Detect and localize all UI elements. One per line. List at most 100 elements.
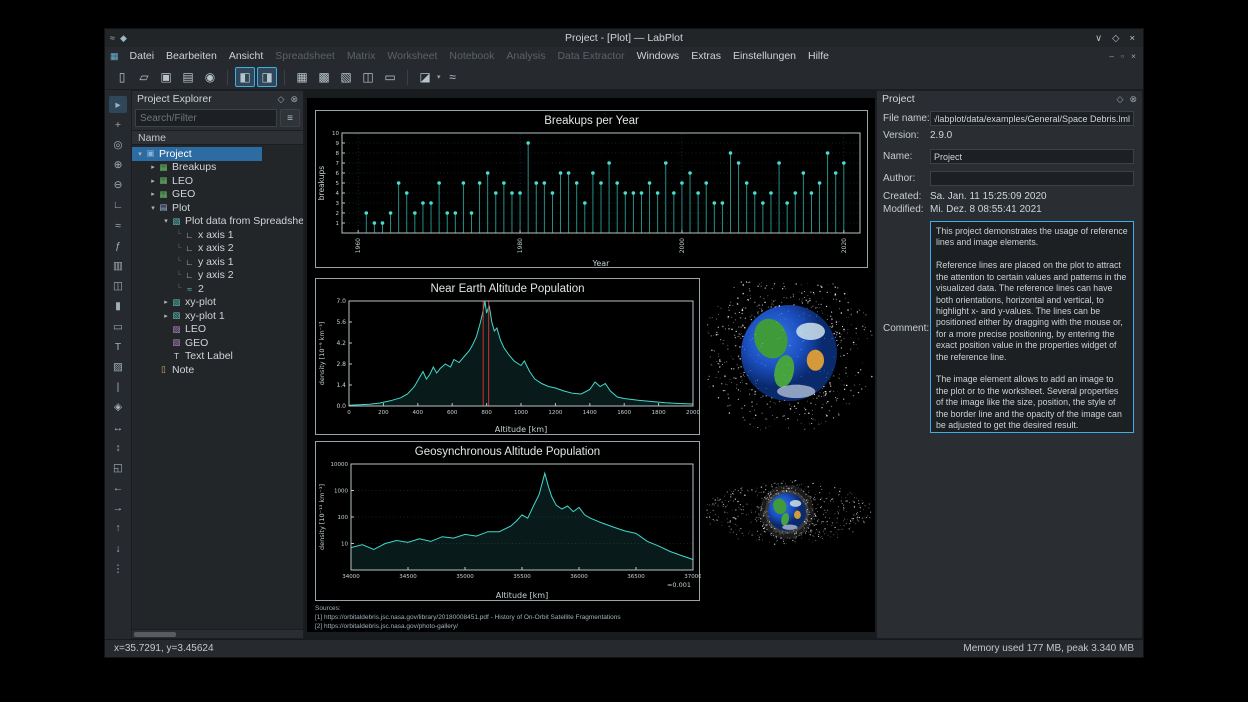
close-panel-icon[interactable]: ⊗ — [290, 94, 298, 105]
shift-down-icon[interactable]: ↓ — [109, 540, 127, 557]
tree-item-geo[interactable]: ▨GEO — [132, 336, 303, 350]
print-icon[interactable]: ▤ — [178, 67, 198, 87]
add-histogram-icon[interactable]: ▥ — [109, 258, 127, 275]
auto-scale-icon[interactable]: ◱ — [109, 459, 127, 476]
menu-windows[interactable]: Windows — [631, 50, 686, 62]
add-xy-curve-icon[interactable]: ≈ — [109, 217, 127, 234]
close-button[interactable]: × — [1129, 33, 1135, 44]
collapse-arrow-icon[interactable]: ▾ — [161, 217, 171, 225]
select-mode-icon[interactable]: ▸ — [109, 96, 127, 113]
tree-item-note[interactable]: ▯Note — [132, 363, 303, 377]
file-name-input[interactable] — [930, 111, 1134, 126]
zoom-in-icon[interactable]: ⊕ — [109, 157, 127, 174]
subwindow-minimize-icon[interactable]: – — [1109, 51, 1114, 61]
tree-item-plot-data-from-spreadsheet[interactable]: ▾▧Plot data from Spreadsheet — [132, 215, 303, 229]
cartesian-plot-icon[interactable]: ◪ — [415, 67, 435, 87]
explorer-hscrollbar[interactable] — [132, 629, 303, 638]
add-note-icon[interactable]: ▭ — [380, 67, 400, 87]
menu-bearbeiten[interactable]: Bearbeiten — [160, 50, 223, 62]
shift-right-icon[interactable]: → — [109, 500, 127, 517]
menu-spreadsheet[interactable]: Spreadsheet — [269, 50, 341, 62]
float-panel-icon[interactable]: ◇ — [1117, 94, 1124, 105]
add-matrix-icon[interactable]: ▩ — [314, 67, 334, 87]
author-input[interactable] — [930, 171, 1134, 186]
leo-debris-image[interactable] — [705, 281, 873, 431]
breakups-plot[interactable]: Breakups per Year 1234567891019601980200… — [315, 110, 868, 268]
subwindow-close-icon[interactable]: × — [1131, 51, 1136, 61]
tree-item-y-axis-2[interactable]: └∟y axis 2 — [132, 269, 303, 283]
tree-item-plot[interactable]: ▾▤Plot — [132, 201, 303, 215]
menu-ansicht[interactable]: Ansicht — [223, 50, 269, 62]
add-reference-line-icon[interactable]: | — [109, 379, 127, 396]
tree-item-geo[interactable]: ▸▦GEO — [132, 188, 303, 202]
expand-arrow-icon[interactable]: ▸ — [161, 298, 171, 306]
add-axis-icon[interactable]: ∟ — [109, 197, 127, 214]
zoom-select-icon[interactable]: ◎ — [109, 136, 127, 153]
tree-item-leo[interactable]: ▸▦LEO — [132, 174, 303, 188]
close-panel-icon[interactable]: ⊗ — [1129, 94, 1137, 105]
shift-up-icon[interactable]: ↑ — [109, 520, 127, 537]
menu-analysis[interactable]: Analysis — [500, 50, 551, 62]
add-info-element-icon[interactable]: ◈ — [109, 399, 127, 416]
menu-worksheet[interactable]: Worksheet — [381, 50, 443, 62]
tree-item-2[interactable]: └≈2 — [132, 282, 303, 296]
zoom-x-icon[interactable]: ↔ — [109, 419, 127, 436]
add-spreadsheet-icon[interactable]: ▦ — [292, 67, 312, 87]
open-file-icon[interactable]: ▱ — [134, 67, 154, 87]
menu-extras[interactable]: Extras — [685, 50, 727, 62]
menu-einstellungen[interactable]: Einstellungen — [727, 50, 802, 62]
tree-item-x-axis-1[interactable]: └∟x axis 1 — [132, 228, 303, 242]
expand-arrow-icon[interactable]: ▸ — [161, 312, 171, 320]
tree-column-header[interactable]: Name — [132, 130, 303, 145]
menu-datei[interactable]: Datei — [124, 50, 161, 62]
maximize-button[interactable]: ◇ — [1112, 33, 1119, 44]
near-earth-plot[interactable]: Near Earth Altitude Population 0.01.42.8… — [315, 278, 700, 435]
menu-data-extractor[interactable]: Data Extractor — [551, 50, 630, 62]
add-notebook-icon[interactable]: ◫ — [358, 67, 378, 87]
new-file-icon[interactable]: ▯ — [112, 67, 132, 87]
tree-item-xy-plot-1[interactable]: ▸▧xy-plot 1 — [132, 309, 303, 323]
menu-notebook[interactable]: Notebook — [443, 50, 500, 62]
geo-plot[interactable]: Geosynchronous Altitude Population 10100… — [315, 441, 700, 601]
expand-arrow-icon[interactable]: ▸ — [148, 177, 158, 185]
expand-arrow-icon[interactable]: ▸ — [148, 163, 158, 171]
zoom-y-icon[interactable]: ↕ — [109, 439, 127, 456]
fit-to-height-icon[interactable]: ◨ — [257, 67, 277, 87]
geo-debris-image[interactable] — [701, 450, 873, 586]
tree-item-x-axis-2[interactable]: └∟x axis 2 — [132, 242, 303, 256]
add-text-label-icon[interactable]: T — [109, 338, 127, 355]
menu-matrix[interactable]: Matrix — [341, 50, 382, 62]
save-file-icon[interactable]: ▣ — [156, 67, 176, 87]
cartesian-plot-icon-dropdown[interactable]: ▾ — [437, 73, 441, 81]
scrollbar-thumb[interactable] — [134, 632, 176, 637]
properties-header[interactable]: Project ◇ ⊗ — [877, 91, 1142, 107]
tree-item-y-axis-1[interactable]: └∟y axis 1 — [132, 255, 303, 269]
add-barplot-icon[interactable]: ▮ — [109, 298, 127, 315]
fit-to-selection-icon[interactable]: ◧ — [235, 67, 255, 87]
tree-item-project[interactable]: ▾▣Project — [132, 147, 262, 161]
add-worksheet-icon[interactable]: ▧ — [336, 67, 356, 87]
add-legend-icon[interactable]: ▭ — [109, 318, 127, 335]
tree-item-xy-plot[interactable]: ▸▧xy-plot — [132, 296, 303, 310]
minimize-button[interactable]: ∨ — [1095, 33, 1102, 44]
menu-hilfe[interactable]: Hilfe — [802, 50, 835, 62]
zoom-out-icon[interactable]: ⊖ — [109, 177, 127, 194]
titlebar[interactable]: ≈ ◆ Project - [Plot] — LabPlot ∨ ◇ × — [105, 29, 1143, 47]
search-input[interactable] — [135, 109, 277, 127]
float-panel-icon[interactable]: ◇ — [278, 94, 285, 105]
collapse-arrow-icon[interactable]: ▾ — [148, 204, 158, 212]
name-input[interactable] — [930, 149, 1134, 164]
worksheet[interactable]: Breakups per Year 1234567891019601980200… — [307, 98, 875, 632]
shift-left-icon[interactable]: ← — [109, 480, 127, 497]
comment-textarea[interactable]: This project demonstrates the usage of r… — [930, 221, 1134, 433]
tree-item-text-label[interactable]: TText Label — [132, 350, 303, 364]
explorer-header[interactable]: Project Explorer ◇ ⊗ — [132, 91, 303, 107]
add-equation-curve-icon[interactable]: ƒ — [109, 237, 127, 254]
filter-options-button[interactable]: ≡ — [280, 109, 300, 127]
print-preview-icon[interactable]: ◉ — [200, 67, 220, 87]
more-tools-icon[interactable]: ⋮ — [109, 560, 127, 577]
add-image-icon[interactable]: ▨ — [109, 358, 127, 375]
tree-item-breakups[interactable]: ▸▦Breakups — [132, 161, 303, 175]
tree-item-leo[interactable]: ▨LEO — [132, 323, 303, 337]
subwindow-restore-icon[interactable]: ▫ — [1121, 51, 1124, 61]
